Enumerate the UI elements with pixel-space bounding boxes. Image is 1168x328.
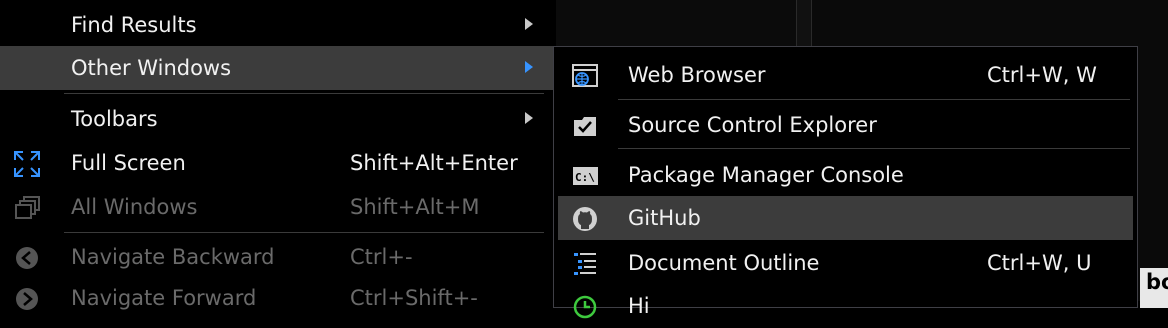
submenu-item-shortcut: Ctrl+W, U	[987, 251, 1092, 275]
menu-item-label: Toolbars	[71, 107, 158, 131]
menu-item-label: Find Results	[71, 13, 197, 37]
menu-item-navigate-forward[interactable]: Navigate Forward Ctrl+Shift+-	[0, 276, 553, 320]
menu-separator	[618, 99, 1130, 100]
history-icon	[573, 295, 597, 319]
web-browser-icon	[572, 64, 598, 87]
menu-item-full-screen[interactable]: Full Screen Shift+Alt+Enter	[0, 141, 553, 185]
submenu-item-shortcut: Ctrl+W, W	[987, 63, 1097, 87]
submenu-item-document-outline[interactable]: Document Outline Ctrl+W, U	[558, 241, 1133, 285]
menu-item-other-windows[interactable]: Other Windows	[0, 46, 553, 90]
submenu-item-label: Package Manager Console	[628, 163, 904, 187]
menu-item-shortcut: Shift+Alt+M	[350, 195, 480, 219]
svg-text:C:\: C:\	[575, 171, 595, 184]
submenu-item-package-manager-console[interactable]: C:\ Package Manager Console	[558, 153, 1133, 197]
other-windows-submenu: Web Browser Ctrl+W, W Source Control Exp…	[553, 46, 1138, 319]
github-icon	[573, 207, 597, 231]
menu-item-all-windows[interactable]: All Windows Shift+Alt+M	[0, 185, 553, 229]
menu-item-navigate-backward[interactable]: Navigate Backward Ctrl+-	[0, 235, 553, 279]
menu-separator	[64, 232, 544, 233]
menu-item-shortcut: Shift+Alt+Enter	[350, 151, 518, 175]
submenu-arrow-icon	[525, 18, 533, 30]
package-manager-console-icon: C:\	[573, 167, 598, 185]
all-windows-icon	[15, 196, 40, 219]
menu-item-label: Navigate Forward	[71, 286, 257, 310]
submenu-item-label: Source Control Explorer	[628, 113, 877, 137]
submenu-item-label: Document Outline	[628, 251, 820, 275]
navigate-forward-icon	[16, 288, 38, 310]
submenu-item-history[interactable]: Hi	[558, 284, 1133, 328]
editor-text-fragment: bo	[1140, 268, 1168, 308]
navigate-back-icon	[16, 247, 38, 269]
menu-item-shortcut: Ctrl+Shift+-	[350, 286, 478, 310]
source-control-explorer-icon	[574, 117, 596, 136]
menu-item-label: Other Windows	[71, 56, 232, 80]
submenu-item-label: Web Browser	[628, 63, 766, 87]
menu-separator	[618, 148, 1130, 149]
menu-item-find-results[interactable]: Find Results	[0, 3, 553, 47]
menu-item-label: All Windows	[71, 195, 198, 219]
document-outline-icon	[574, 253, 596, 275]
submenu-item-label: GitHub	[628, 206, 701, 230]
submenu-item-source-control-explorer[interactable]: Source Control Explorer	[558, 103, 1133, 147]
menu-item-label: Navigate Backward	[71, 245, 275, 269]
menu-separator	[64, 93, 544, 94]
submenu-item-label: Hi	[628, 294, 650, 318]
submenu-arrow-icon	[525, 61, 533, 73]
menu-item-label: Full Screen	[71, 151, 186, 175]
submenu-arrow-icon	[525, 112, 533, 124]
fullscreen-expand-icon	[14, 151, 40, 177]
menu-item-toolbars[interactable]: Toolbars	[0, 97, 553, 141]
menu-item-shortcut: Ctrl+-	[350, 245, 413, 269]
submenu-item-web-browser[interactable]: Web Browser Ctrl+W, W	[558, 53, 1133, 97]
window-menu: Find Results Other Windows Toolbars Full…	[0, 0, 553, 310]
submenu-item-github[interactable]: GitHub	[558, 196, 1133, 240]
